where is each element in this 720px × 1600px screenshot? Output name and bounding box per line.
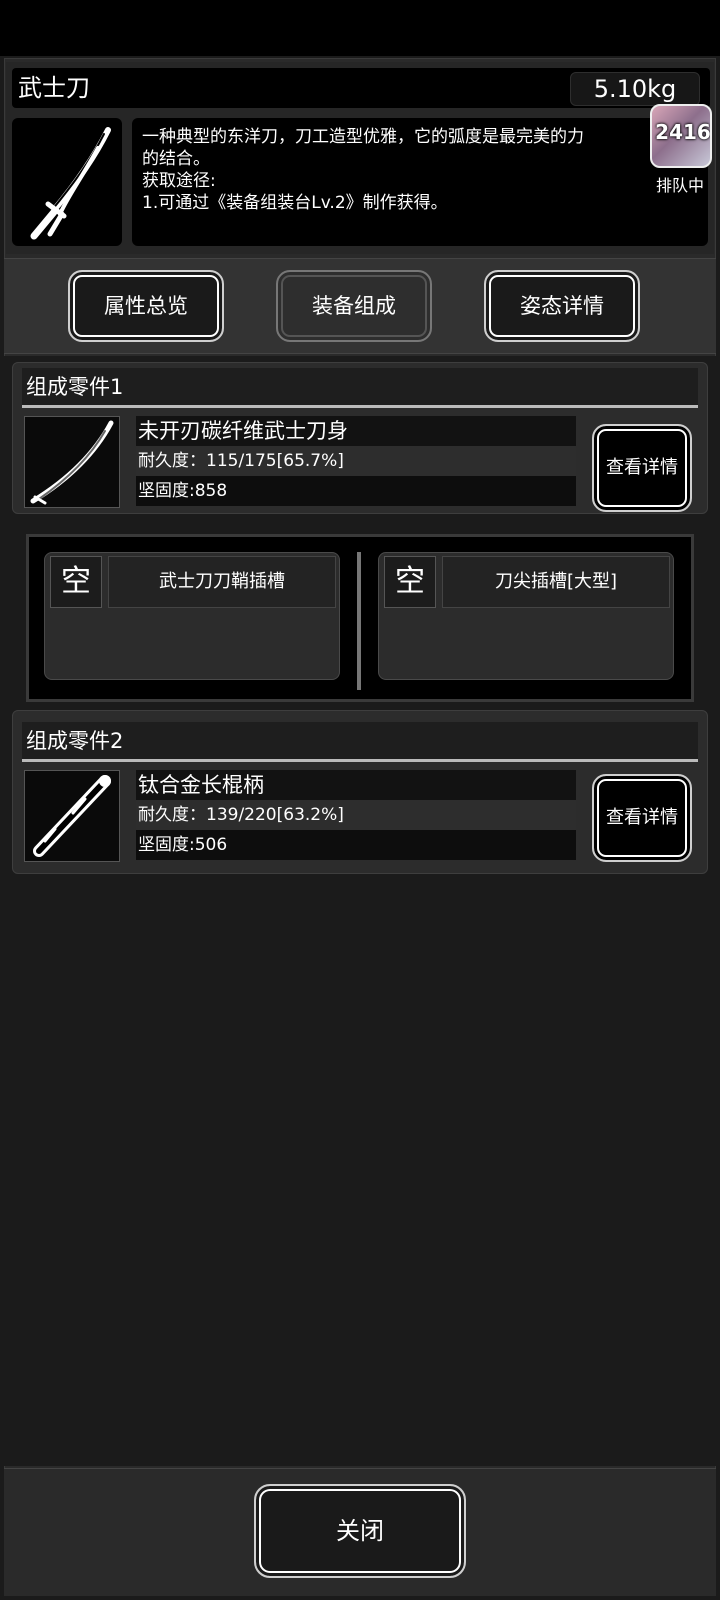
handle-icon — [24, 770, 120, 862]
tab-stance-details[interactable]: 姿态详情 — [484, 270, 640, 342]
slot-status: 空 — [384, 556, 436, 608]
part-name: 未开刃碳纤维武士刀身 — [136, 416, 576, 446]
item-description: 一种典型的东洋刀，刀工造型优雅，它的弧度是最完美的力 的结合。 获取途径: 1.… — [132, 118, 708, 246]
queue-label: 排队中 — [655, 176, 704, 195]
close-button[interactable]: 关闭 — [254, 1484, 466, 1578]
part-hardness: 坚固度:506 — [136, 830, 576, 860]
slot-label: 武士刀刀鞘插槽 — [108, 556, 336, 608]
part-hardness: 坚固度:858 — [136, 476, 576, 506]
item-weight: 5.10kg — [570, 72, 700, 106]
queue-count: 2416 — [655, 120, 711, 144]
item-title: 武士刀 — [18, 74, 90, 102]
part-name: 钛合金长棍柄 — [136, 770, 576, 800]
slot-label: 刀尖插槽[大型] — [442, 556, 670, 608]
floating-queue-badge[interactable]: 2416 — [650, 104, 712, 168]
view-details-button[interactable]: 查看详情 — [592, 774, 692, 862]
parts-list — [4, 356, 716, 1466]
description-line: 的结合。 — [142, 149, 210, 169]
part-header: 组成零件2 — [22, 722, 698, 762]
part-durability: 耐久度：115/175[65.7%] — [136, 446, 576, 476]
description-line: 一种典型的东洋刀，刀工造型优雅，它的弧度是最完美的力 — [142, 127, 584, 147]
view-details-button[interactable]: 查看详情 — [592, 424, 692, 512]
description-line: 获取途径: — [142, 171, 216, 191]
blade-icon — [24, 416, 120, 508]
katana-icon — [12, 118, 122, 246]
description-line: 1.可通过《装备组装台Lv.2》制作获得。 — [142, 193, 448, 213]
slot-divider — [357, 552, 361, 690]
tab-attribute-overview[interactable]: 属性总览 — [68, 270, 224, 342]
part-durability: 耐久度：139/220[63.2%] — [136, 800, 576, 830]
part-header: 组成零件1 — [22, 368, 698, 408]
top-status-strip — [0, 0, 720, 56]
slot-status: 空 — [50, 556, 102, 608]
tab-equipment-composition[interactable]: 装备组成 — [276, 270, 432, 342]
